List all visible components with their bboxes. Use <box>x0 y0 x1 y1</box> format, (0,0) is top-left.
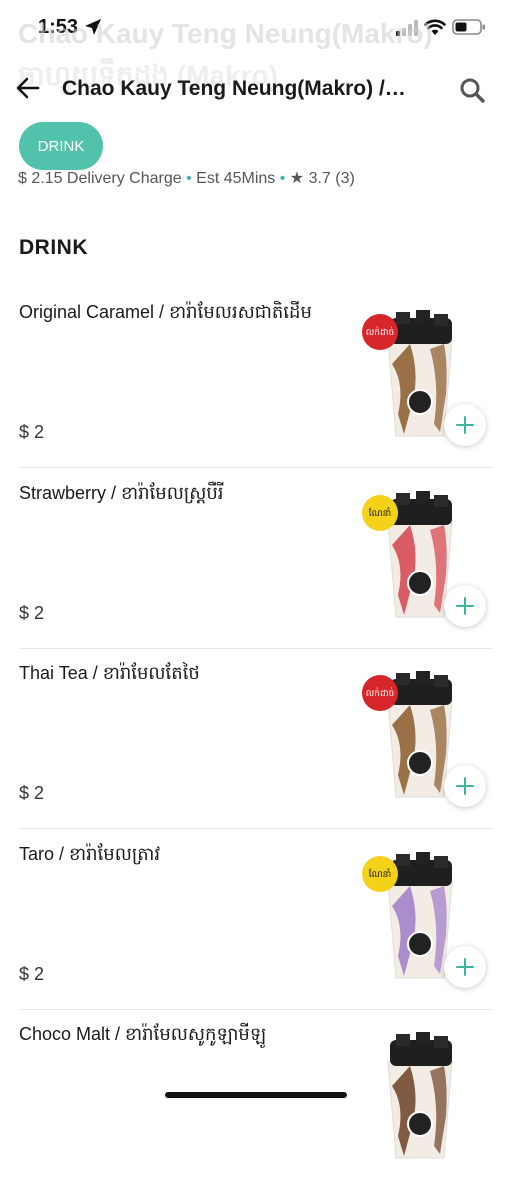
add-to-cart-button[interactable] <box>444 765 486 807</box>
menu-item[interactable]: Taro / ខារ៉ាមែលត្រាវ $ 2 ណែនាំ <box>0 830 512 1010</box>
add-to-cart-button[interactable] <box>444 945 486 988</box>
menu-item[interactable]: Thai Tea / ខារ៉ាមែលតែថៃ $ 2 លក់ដាច់ <box>0 649 512 829</box>
store-delivery-info: $ 2.15 Delivery Charge • Est 45Mins • ★ … <box>18 168 355 188</box>
plus-icon <box>456 957 474 976</box>
app-header: Chao Kauy Teng Neung(Makro) /… <box>0 56 512 122</box>
item-name: Thai Tea / ខារ៉ាមែលតែថៃ <box>19 663 200 683</box>
separator-dot: • <box>279 170 290 187</box>
background-store-name: Chao Kauy Teng Neung(Makro) <box>18 18 433 49</box>
add-to-cart-button[interactable] <box>444 584 486 627</box>
page-title: Chao Kauy Teng Neung(Makro) /… <box>62 77 406 100</box>
svg-text:លក់ដាច់: លក់ដាច់ <box>366 326 395 338</box>
menu-item[interactable]: Original Caramel / ខារ៉ាមែលរសជាតិដើម $ 2… <box>0 288 512 468</box>
item-name: Strawberry / ខារ៉ាមែលស្ត្របឺរី <box>19 482 224 503</box>
menu-item[interactable]: Strawberry / ខារ៉ាមែលស្ត្របឺរី $ 2 ណែនាំ <box>0 469 512 649</box>
back-arrow-icon[interactable] <box>14 74 42 102</box>
item-price: $ 2 <box>19 783 45 803</box>
svg-text:លក់ដាច់: លក់ដាច់ <box>366 687 395 699</box>
delivery-fee: $ 2.15 Delivery Charge <box>18 170 182 187</box>
battery-icon <box>452 19 485 35</box>
item-name: Original Caramel / ខារ៉ាមែលរសជាតិដើម <box>19 302 312 322</box>
item-price: $ 2 <box>19 963 45 984</box>
store-rating: ★ 3.7 (3) <box>289 170 355 187</box>
svg-text:ណែនាំ: ណែនាំ <box>369 868 391 880</box>
category-chip-drink[interactable]: DRINK <box>19 122 103 170</box>
item-price: $ 2 <box>19 422 45 442</box>
item-price: $ 2 <box>19 602 45 623</box>
separator-dot: • <box>186 170 197 187</box>
plus-icon <box>456 777 474 795</box>
item-name: Taro / ខារ៉ាមែលត្រាវ <box>19 843 161 864</box>
plus-icon <box>456 416 474 434</box>
item-image <box>387 1032 453 1159</box>
item-name: Choco Malt / ខារ៉ាមែលសូកូឡាមីឡូ <box>19 1024 267 1044</box>
delivery-time: Est 45Mins <box>196 170 276 187</box>
home-indicator <box>165 1092 347 1098</box>
search-icon[interactable] <box>458 76 486 104</box>
menu-item[interactable]: Choco Malt / ខារ៉ាមែលសូកូឡាមីឡូ <box>0 1010 512 1190</box>
add-to-cart-button[interactable] <box>444 404 486 446</box>
plus-icon <box>456 596 474 615</box>
svg-text:ណែនាំ: ណែនាំ <box>369 507 391 519</box>
section-title: DRINK <box>19 236 88 259</box>
